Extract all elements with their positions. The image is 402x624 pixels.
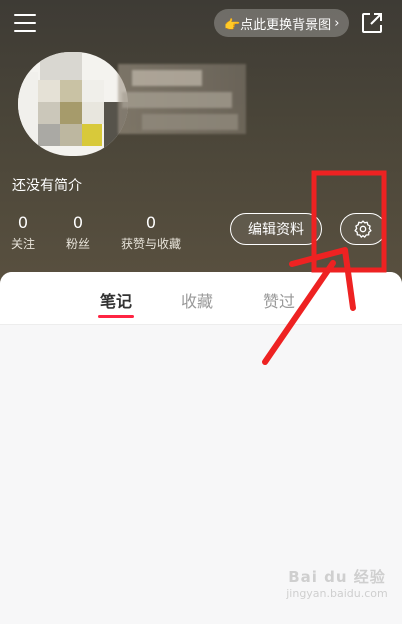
chevron-right-icon: › — [334, 15, 340, 31]
tab-collections[interactable]: 收藏 — [181, 288, 213, 312]
following-label: 关注 — [10, 237, 35, 251]
tab-liked[interactable]: 赞过 — [263, 288, 295, 312]
tab-bar: 笔记 收藏 赞过 — [0, 272, 402, 325]
watermark-url: jingyan.baidu.com — [286, 587, 388, 600]
share-icon[interactable] — [360, 11, 384, 35]
followers-label: 粉丝 — [65, 237, 90, 251]
followers-count: 0 — [72, 213, 84, 232]
profile-header: 👉点此更换背景图 › 还没有简介 0 关注 0 粉丝 0 获赞与收藏 编辑资料 — [0, 0, 402, 296]
stat-following[interactable]: 0 关注 — [10, 214, 36, 252]
tab-notes[interactable]: 笔记 — [100, 288, 132, 312]
avatar[interactable] — [18, 52, 128, 156]
edit-profile-label: 编辑资料 — [248, 222, 304, 238]
watermark: Bai du 经验 jingyan.baidu.com — [282, 566, 392, 610]
gear-icon — [354, 220, 372, 238]
menu-icon[interactable] — [14, 14, 36, 32]
stat-likes-collects[interactable]: 0 获赞与收藏 — [118, 214, 184, 252]
username-blurred — [118, 64, 246, 134]
following-count: 0 — [17, 213, 29, 232]
likes-count: 0 — [145, 213, 157, 232]
likes-label: 获赞与收藏 — [120, 237, 181, 251]
edit-profile-button[interactable]: 编辑资料 — [230, 213, 322, 245]
stat-followers[interactable]: 0 粉丝 — [64, 214, 92, 252]
change-background-label: 👉点此更换背景图 — [224, 17, 332, 33]
settings-button[interactable] — [340, 213, 386, 245]
change-background-button[interactable]: 👉点此更换背景图 › — [214, 9, 350, 37]
bio-text: 还没有简介 — [12, 178, 82, 194]
watermark-logo: Bai du 经验 — [288, 568, 386, 586]
active-tab-indicator — [98, 315, 134, 318]
